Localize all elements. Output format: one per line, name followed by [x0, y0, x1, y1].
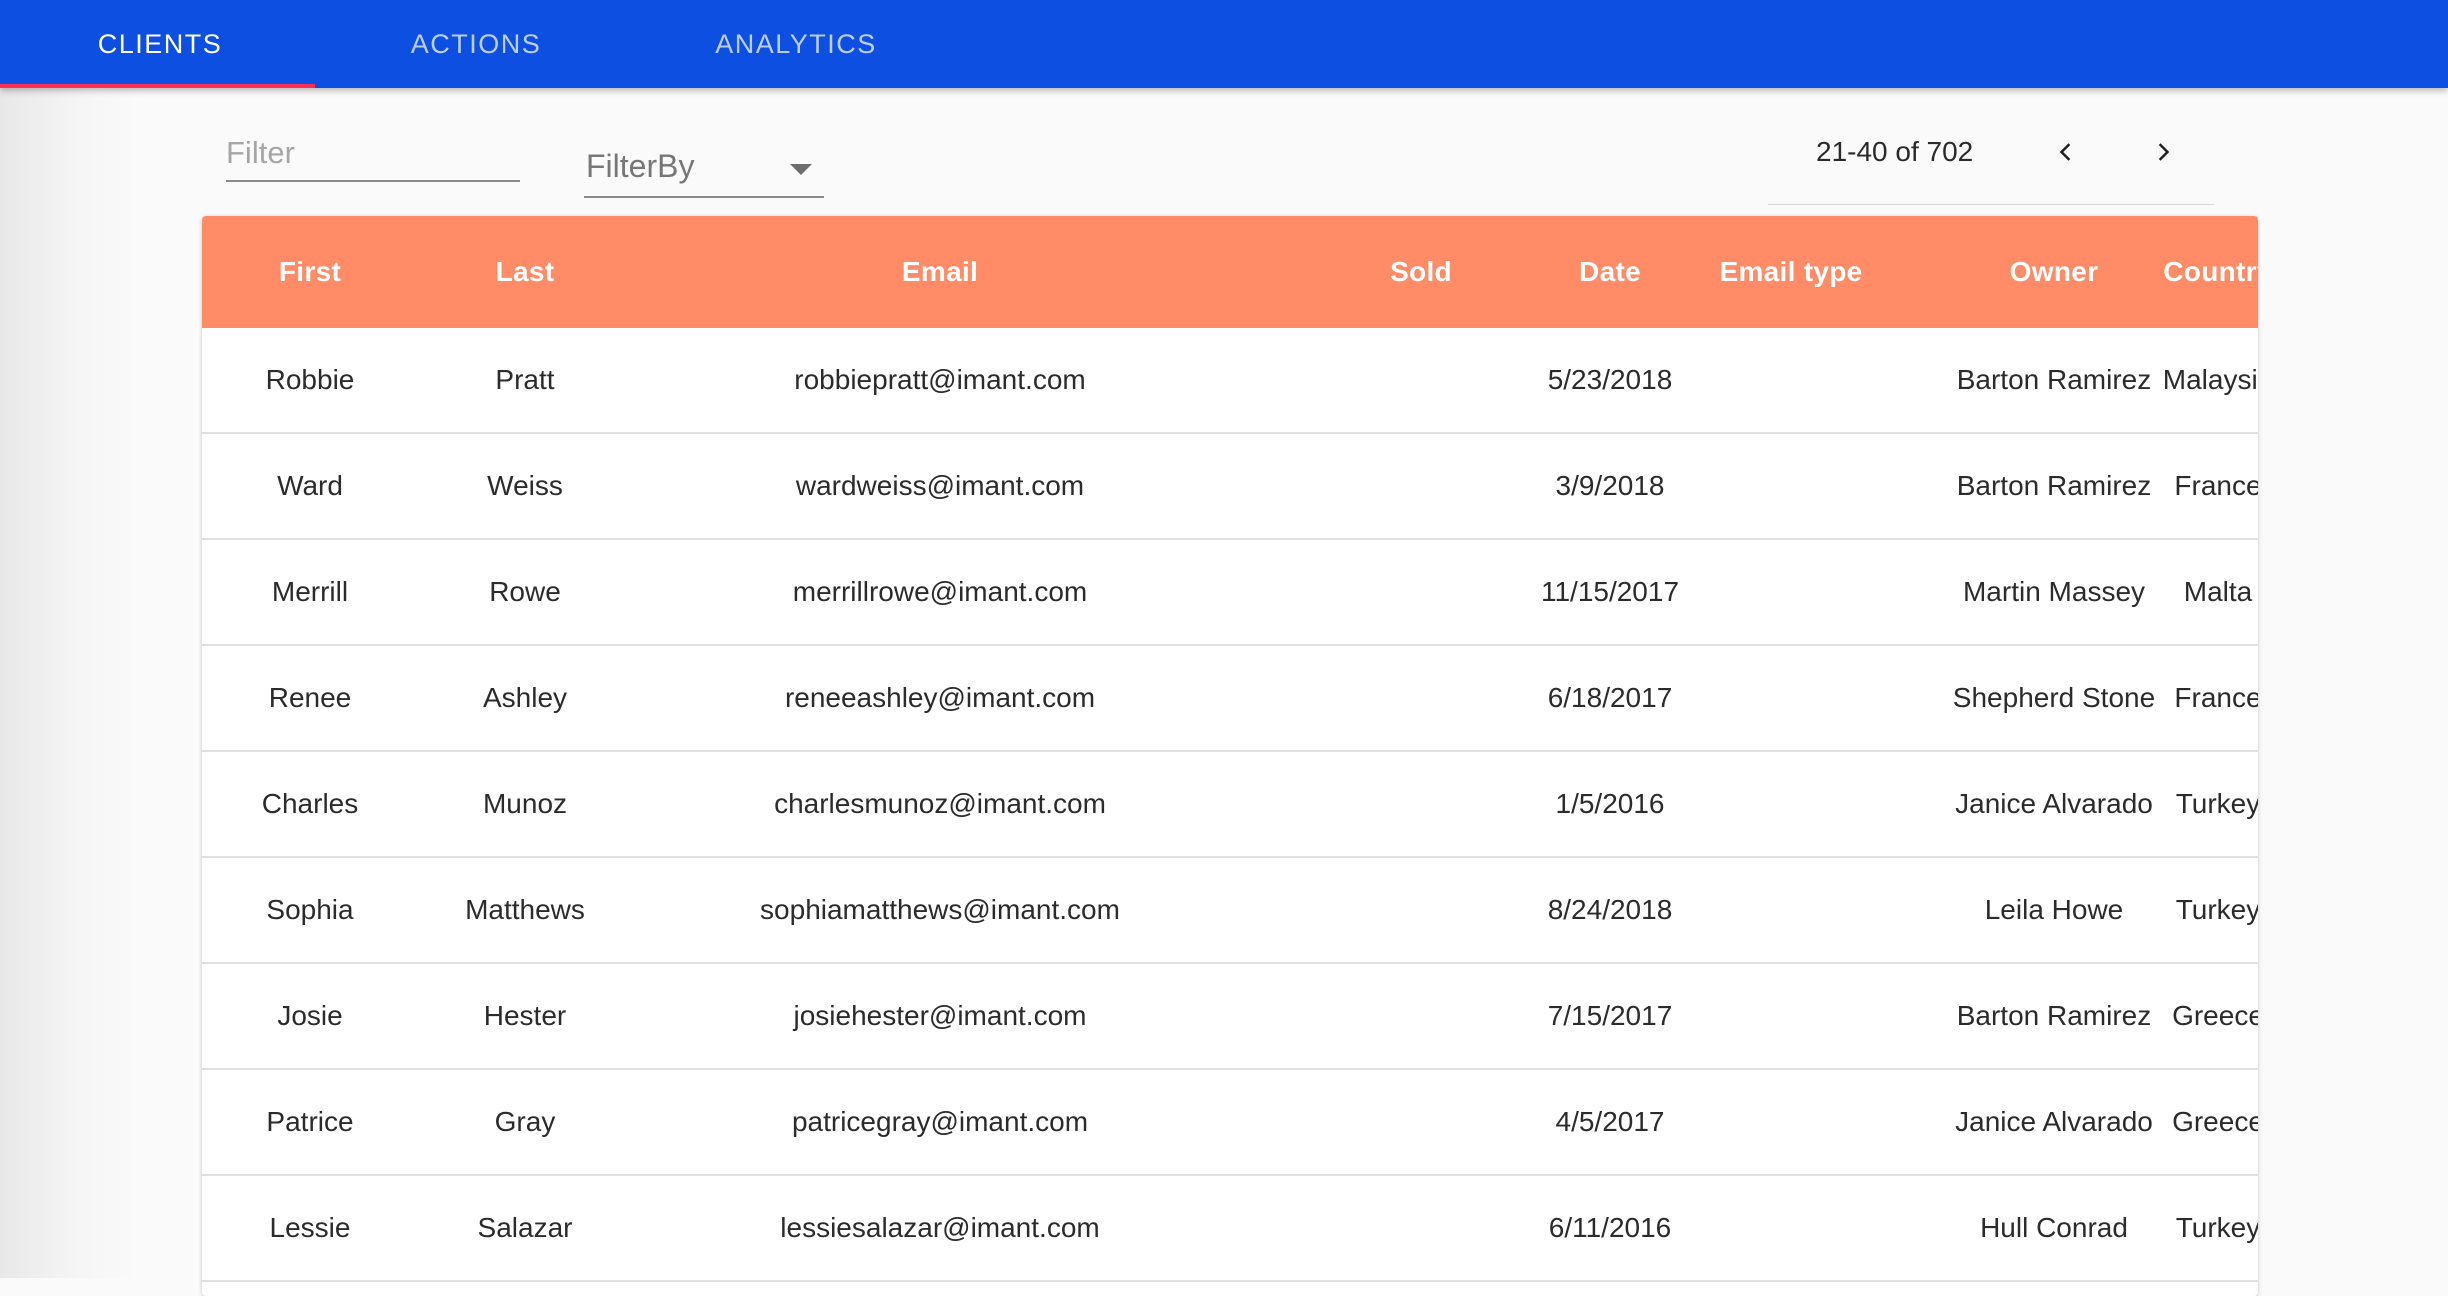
cell-country: Malaysia: [2162, 364, 2258, 395]
cell-country: Malta: [2183, 576, 2253, 607]
cell-email-type: [1641, 1176, 1941, 1280]
column-header-email-type[interactable]: Email type: [1641, 216, 1941, 328]
cell-last: Munoz: [482, 788, 568, 819]
column-header-email[interactable]: Email: [790, 216, 1090, 328]
cell-country: Turkey: [2175, 788, 2258, 819]
next-page-button[interactable]: [2138, 128, 2188, 176]
tab-analytics[interactable]: ANALYTICS: [636, 0, 956, 88]
cell-last: Pratt: [495, 364, 555, 395]
page-background-shade: [0, 88, 140, 1278]
cell-country: Greece: [2172, 1000, 2258, 1031]
cell-last: Salazar: [477, 1212, 573, 1243]
cell-email: charlesmunoz@imant.com: [774, 788, 1106, 819]
cell-last: Ashley: [482, 682, 568, 713]
cell-email-type: [1641, 1070, 1941, 1174]
chevron-left-icon: [2059, 143, 2071, 161]
pagination: 21-40 of 702: [1768, 128, 2214, 205]
table-header: First Last Email Sold Date Email type Ow…: [202, 216, 2258, 328]
cell-first: Ward: [277, 470, 343, 501]
cell-email: reneeashley@imant.com: [784, 682, 1096, 713]
cell-email: lessiesalazar@imant.com: [780, 1212, 1100, 1243]
clients-table: First Last Email Sold Date Email type Ow…: [202, 216, 2258, 1296]
filter-by-select[interactable]: FilterBy: [584, 140, 824, 198]
table-row[interactable]: Ward Weiss wardweiss@imant.com 3/9/2018 …: [202, 434, 2258, 540]
filter-by-label: FilterBy: [586, 148, 695, 184]
cell-country: France: [2174, 682, 2258, 713]
tab-clients[interactable]: CLIENTS: [0, 0, 320, 88]
table-row[interactable]: Lessie Salazar lessiesalazar@imant.com 6…: [202, 1176, 2258, 1282]
tab-clients-label: CLIENTS: [97, 28, 223, 59]
top-nav-bar: CLIENTS ACTIONS ANALYTICS: [0, 0, 2448, 88]
cell-last: Weiss: [487, 470, 563, 501]
pagination-range: 21-40 of 702: [1816, 136, 1974, 167]
cell-email: josiehester@imant.com: [793, 1000, 1087, 1031]
caret-down-icon: [790, 164, 812, 175]
table-row[interactable]: Josie Hester josiehester@imant.com 7/15/…: [202, 964, 2258, 1070]
tab-actions-label: ACTIONS: [410, 28, 542, 59]
table-row[interactable]: Merrill Rowe merrillrowe@imant.com 11/15…: [202, 540, 2258, 646]
column-header-last[interactable]: Last: [425, 216, 625, 328]
cell-email-type: [1641, 434, 1941, 538]
table-row[interactable]: Robbie Pratt robbiepratt@imant.com 5/23/…: [202, 328, 2258, 434]
cell-country: France: [2174, 470, 2258, 501]
cell-first: Renee: [268, 682, 352, 713]
cell-first: Charles: [261, 788, 359, 819]
cell-last: Gray: [494, 1106, 556, 1137]
chevron-right-icon: [2158, 143, 2170, 161]
column-header-country[interactable]: Country: [2108, 216, 2258, 328]
cell-first: Lessie: [269, 1212, 351, 1243]
cell-email-type: [1641, 858, 1941, 962]
cell-email: wardweiss@imant.com: [795, 470, 1085, 501]
cell-email: robbiepratt@imant.com: [794, 364, 1086, 395]
cell-email-type: [1641, 646, 1941, 750]
active-tab-indicator: [0, 84, 315, 88]
cell-email: merrillrowe@imant.com: [792, 576, 1088, 607]
table-row[interactable]: Charles Munoz charlesmunoz@imant.com 1/5…: [202, 752, 2258, 858]
cell-country: Turkey: [2175, 894, 2258, 925]
filter-input[interactable]: [226, 130, 520, 182]
cell-first: Robbie: [265, 364, 355, 395]
cell-email-type: [1641, 328, 1941, 432]
cell-first: Sophia: [266, 894, 354, 925]
previous-page-button[interactable]: [2041, 128, 2091, 176]
cell-email: patricegray@imant.com: [791, 1106, 1089, 1137]
cell-last: Matthews: [465, 894, 585, 925]
cell-first: Merrill: [271, 576, 349, 607]
tab-actions[interactable]: ACTIONS: [316, 0, 636, 88]
column-header-first[interactable]: First: [210, 216, 410, 328]
table-row[interactable]: Sophia Matthews sophiamatthews@imant.com…: [202, 858, 2258, 964]
cell-last: Rowe: [489, 576, 561, 607]
cell-country: Turkey: [2175, 1212, 2258, 1243]
tab-analytics-label: ANALYTICS: [715, 28, 877, 59]
cell-email-type: [1641, 540, 1941, 644]
cell-country: Greece: [2172, 1106, 2258, 1137]
cell-email: sophiamatthews@imant.com: [760, 894, 1120, 925]
cell-last: Hester: [483, 1000, 567, 1031]
cell-first: Josie: [277, 1000, 343, 1031]
cell-first: Patrice: [266, 1106, 354, 1137]
cell-email-type: [1641, 964, 1941, 1068]
cell-email-type: [1641, 752, 1941, 856]
table-row[interactable]: Patrice Gray patricegray@imant.com 4/5/2…: [202, 1070, 2258, 1176]
table-row[interactable]: Renee Ashley reneeashley@imant.com 6/18/…: [202, 646, 2258, 752]
